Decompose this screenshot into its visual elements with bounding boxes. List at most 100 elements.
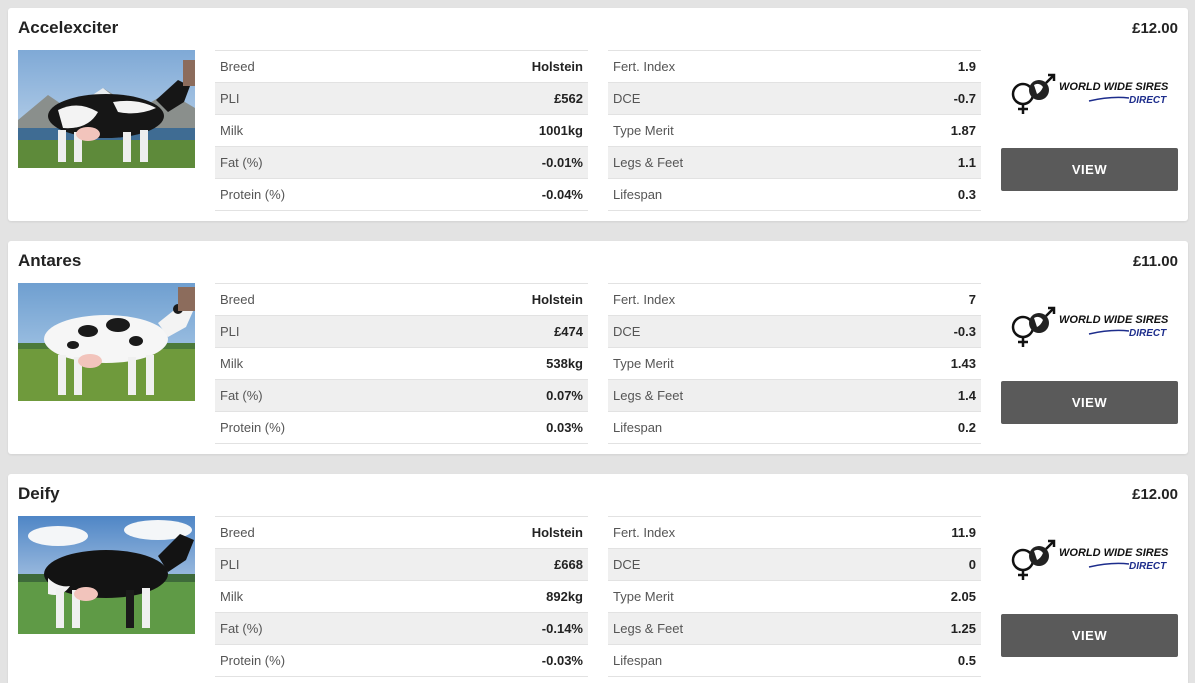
stat-value: Holstein xyxy=(531,59,583,74)
table-row: Fat (%) 0.07% xyxy=(215,380,588,412)
stat-label: Milk xyxy=(220,356,244,371)
table-row: Legs & Feet 1.4 xyxy=(608,380,981,412)
product-price: £12.00 xyxy=(1132,486,1178,503)
table-row: Milk 892kg xyxy=(215,581,588,613)
stat-value: 1.25 xyxy=(950,621,976,636)
stat-label: Milk xyxy=(220,123,244,138)
stat-value: Holstein xyxy=(531,292,583,307)
stat-label: DCE xyxy=(613,324,641,339)
stat-value: 0.3 xyxy=(957,187,976,202)
table-row: DCE -0.3 xyxy=(608,316,981,348)
product-card: Accelexciter £12.00 Breed Holstein PLI £56… xyxy=(8,8,1188,221)
table-row: PLI £474 xyxy=(215,316,588,348)
stat-label: PLI xyxy=(220,324,240,339)
table-row: PLI £562 xyxy=(215,83,588,115)
stat-value: 1001kg xyxy=(538,123,583,138)
stat-label: Fat (%) xyxy=(220,621,263,636)
stats-table-left: Breed Holstein PLI £474 Milk 538kg Fat (%) 0… xyxy=(215,283,588,444)
stat-value: 0.07% xyxy=(546,388,583,403)
view-button[interactable]: VIEW xyxy=(1001,614,1178,657)
stat-label: Type Merit xyxy=(613,123,674,138)
stat-value: £562 xyxy=(554,91,583,106)
table-row: Protein (%) -0.04% xyxy=(215,179,588,211)
stat-value: 1.43 xyxy=(950,356,976,371)
product-name[interactable]: Deify xyxy=(18,484,60,504)
product-card: Antares £11.00 Breed Holstein PLI £474 Mil… xyxy=(8,241,1188,454)
product-price: £12.00 xyxy=(1132,20,1178,37)
logo-line-1: WORLD WIDE SIRES xyxy=(1059,81,1169,93)
view-button[interactable]: VIEW xyxy=(1001,148,1178,191)
stat-label: Fat (%) xyxy=(220,388,263,403)
table-row: Legs & Feet 1.25 xyxy=(608,613,981,645)
product-card: Deify £12.00 Breed Holstein PLI £668 Milk 8… xyxy=(8,474,1188,683)
stats-table-right: Fert. Index 1.9 DCE -0.7 Type Merit 1.87 Le… xyxy=(608,50,981,211)
table-row: Legs & Feet 1.1 xyxy=(608,147,981,179)
stat-value: 538kg xyxy=(546,356,583,371)
table-row: Breed Holstein xyxy=(215,517,588,549)
stats-table-left: Breed Holstein PLI £562 Milk 1001kg Fat (%)… xyxy=(215,50,588,211)
table-row: Type Merit 1.87 xyxy=(608,115,981,147)
cow-photo[interactable] xyxy=(18,50,195,168)
table-row: Lifespan 0.2 xyxy=(608,412,981,444)
table-row: Type Merit 2.05 xyxy=(608,581,981,613)
supplier-logo: WORLD WIDE SIRES DIRECT xyxy=(1001,52,1178,136)
supplier-logo: WORLD WIDE SIRES DIRECT xyxy=(1001,285,1178,369)
stat-label: Protein (%) xyxy=(220,187,286,202)
stat-value: Holstein xyxy=(531,525,583,540)
table-row: DCE 0 xyxy=(608,549,981,581)
stats-table-right: Fert. Index 7 DCE -0.3 Type Merit 1.43 Legs… xyxy=(608,283,981,444)
logo-line-2: DIRECT xyxy=(1129,561,1167,572)
stat-label: Protein (%) xyxy=(220,653,286,668)
stat-value: -0.14% xyxy=(541,621,583,636)
stat-label: Fat (%) xyxy=(220,155,263,170)
cow-photo[interactable] xyxy=(18,283,195,401)
table-row: Type Merit 1.43 xyxy=(608,348,981,380)
stat-value: £668 xyxy=(554,557,583,572)
stat-label: Breed xyxy=(220,59,255,74)
stat-label: Fert. Index xyxy=(613,59,676,74)
stat-label: Breed xyxy=(220,525,255,540)
logo-line-2: DIRECT xyxy=(1129,328,1167,339)
stat-value: 892kg xyxy=(546,589,583,604)
table-row: Fat (%) -0.14% xyxy=(215,613,588,645)
stat-value: -0.01% xyxy=(541,155,583,170)
stat-value: -0.03% xyxy=(541,653,583,668)
stat-value: 0.5 xyxy=(957,653,976,668)
stat-label: Milk xyxy=(220,589,244,604)
stat-label: DCE xyxy=(613,91,641,106)
stat-label: Lifespan xyxy=(613,653,663,668)
table-row: Milk 1001kg xyxy=(215,115,588,147)
stat-label: Type Merit xyxy=(613,356,674,371)
stat-value: 7 xyxy=(968,292,976,307)
stats-table-left: Breed Holstein PLI £668 Milk 892kg Fat (%) -… xyxy=(215,516,588,677)
stat-value: 0.2 xyxy=(957,420,976,435)
logo-line-1: WORLD WIDE SIRES xyxy=(1059,547,1169,559)
cow-photo[interactable] xyxy=(18,516,195,634)
stat-label: Legs & Feet xyxy=(613,155,684,170)
stat-label: DCE xyxy=(613,557,641,572)
stat-value: -0.04% xyxy=(541,187,583,202)
table-row: Protein (%) -0.03% xyxy=(215,645,588,677)
stat-label: Fert. Index xyxy=(613,292,676,307)
stat-value: 1.87 xyxy=(950,123,976,138)
table-row: Fert. Index 11.9 xyxy=(608,517,981,549)
stat-label: Type Merit xyxy=(613,589,674,604)
stat-value: -0.7 xyxy=(953,91,976,106)
stat-value: 0.03% xyxy=(546,420,583,435)
stat-value: 0 xyxy=(968,557,976,572)
supplier-logo: WORLD WIDE SIRES DIRECT xyxy=(1001,518,1178,602)
table-row: Milk 538kg xyxy=(215,348,588,380)
stat-value: £474 xyxy=(554,324,583,339)
stat-value: 11.9 xyxy=(951,525,976,540)
table-row: Fat (%) -0.01% xyxy=(215,147,588,179)
table-row: Lifespan 0.5 xyxy=(608,645,981,677)
view-button[interactable]: VIEW xyxy=(1001,381,1178,424)
product-name[interactable]: Antares xyxy=(18,251,81,271)
stat-label: PLI xyxy=(220,91,240,106)
stat-label: Fert. Index xyxy=(613,525,676,540)
stat-label: Breed xyxy=(220,292,255,307)
product-name[interactable]: Accelexciter xyxy=(18,18,118,38)
stat-label: Lifespan xyxy=(613,420,663,435)
stat-value: 1.4 xyxy=(957,388,976,403)
table-row: PLI £668 xyxy=(215,549,588,581)
